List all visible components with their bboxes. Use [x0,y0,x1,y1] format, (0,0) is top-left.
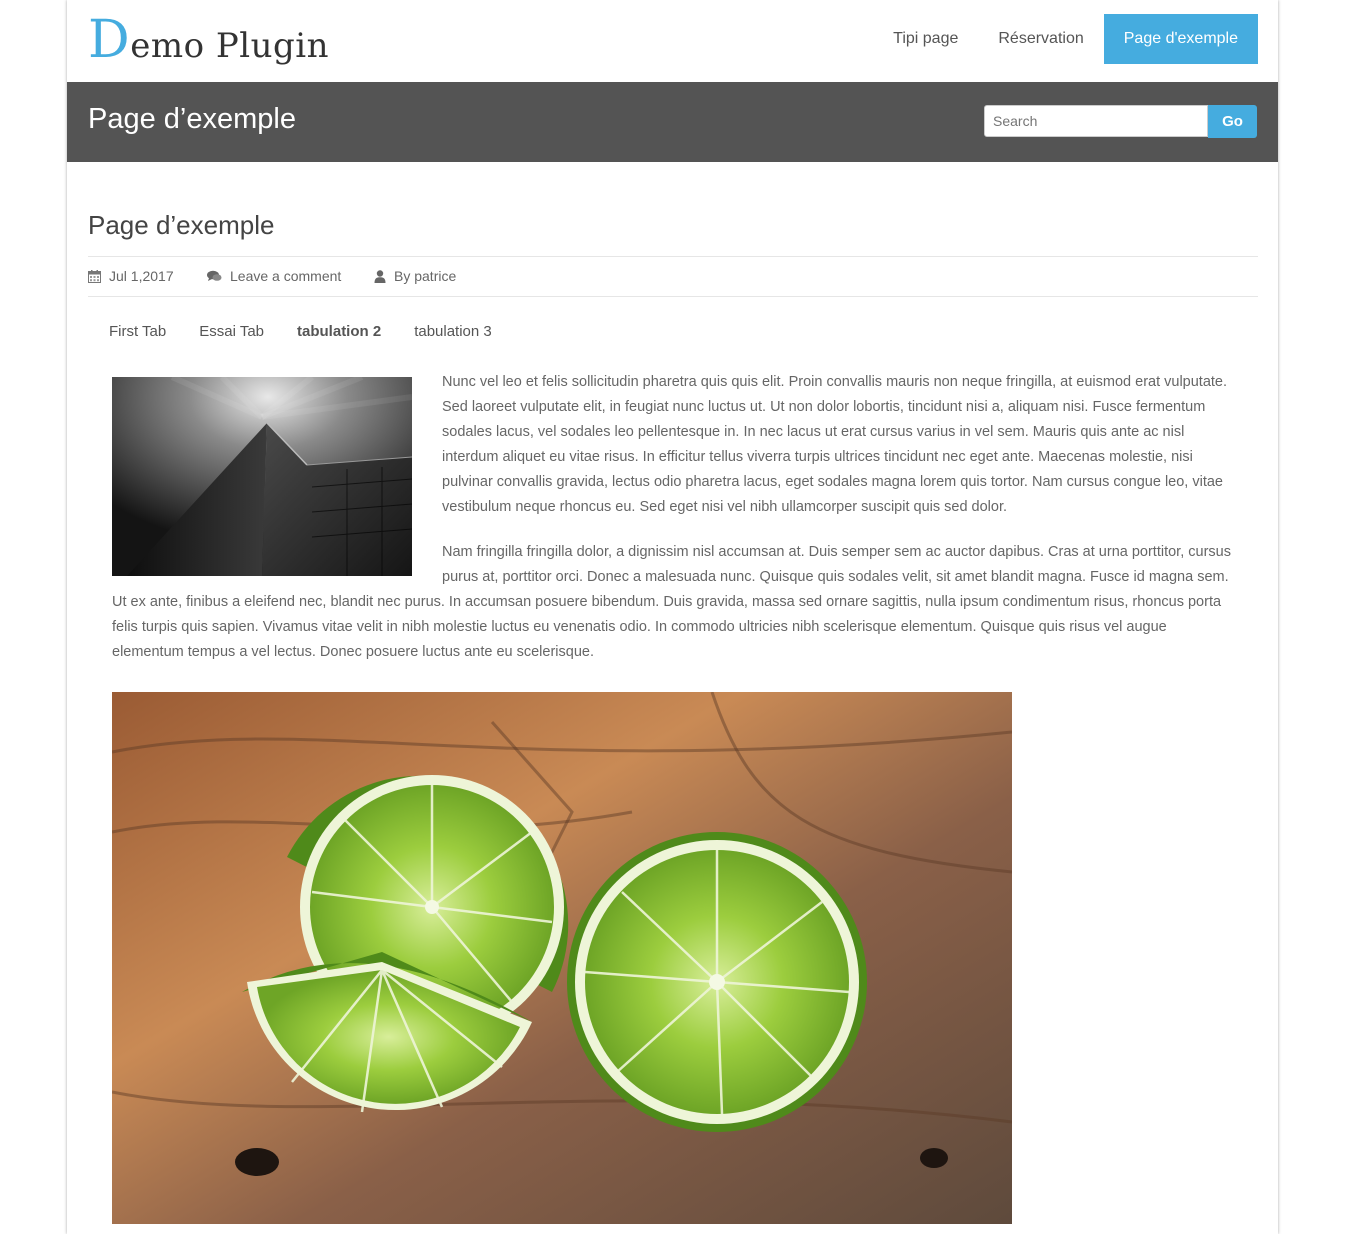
site-header: Demo Plugin Tipi page Réservation Page d… [67,0,1278,82]
post-date: Jul 1,2017 [88,266,174,286]
post-title: Page d’exemple [88,210,275,240]
nav-item-tipi-page[interactable]: Tipi page [873,14,978,64]
logo-initial: D [88,10,131,70]
limes-image [112,692,1012,1224]
page-title: Page d’exemple [88,103,296,135]
tab-first[interactable]: First Tab [109,323,166,340]
logo-text: emo Plugin [130,26,330,66]
tab-tabulation-2[interactable]: tabulation 2 [297,323,381,340]
tab-essai[interactable]: Essai Tab [199,323,264,340]
tab-content: Nunc vel leo et felis sollicitudin phare… [112,370,1232,685]
tab-bar: First Tab Essai Tab tabulation 2 tabulat… [109,323,525,340]
search-input[interactable] [984,105,1208,137]
post-comment-link[interactable]: Leave a comment [207,266,341,286]
divider [88,296,1258,297]
calendar-icon [88,269,101,283]
author-text[interactable]: By patrice [394,268,456,284]
page-title-band: Page d’exemple Go [67,82,1278,162]
nav-item-page-exemple[interactable]: Page d'exemple [1103,14,1258,64]
post-author: By patrice [374,266,456,286]
nav-item-reservation[interactable]: Réservation [978,14,1103,64]
comment-link-text[interactable]: Leave a comment [230,268,341,284]
post-date-text: Jul 1,2017 [109,268,174,284]
tab-tabulation-3[interactable]: tabulation 3 [414,323,492,340]
building-image [112,377,412,576]
site-logo[interactable]: Demo Plugin [88,14,329,66]
page-container: Demo Plugin Tipi page Réservation Page d… [67,0,1278,1234]
user-icon [374,269,386,283]
comments-icon [207,270,222,281]
divider [88,256,1258,257]
main-nav: Tipi page Réservation Page d'exemple [873,14,1258,64]
search-go-button[interactable]: Go [1208,105,1257,138]
